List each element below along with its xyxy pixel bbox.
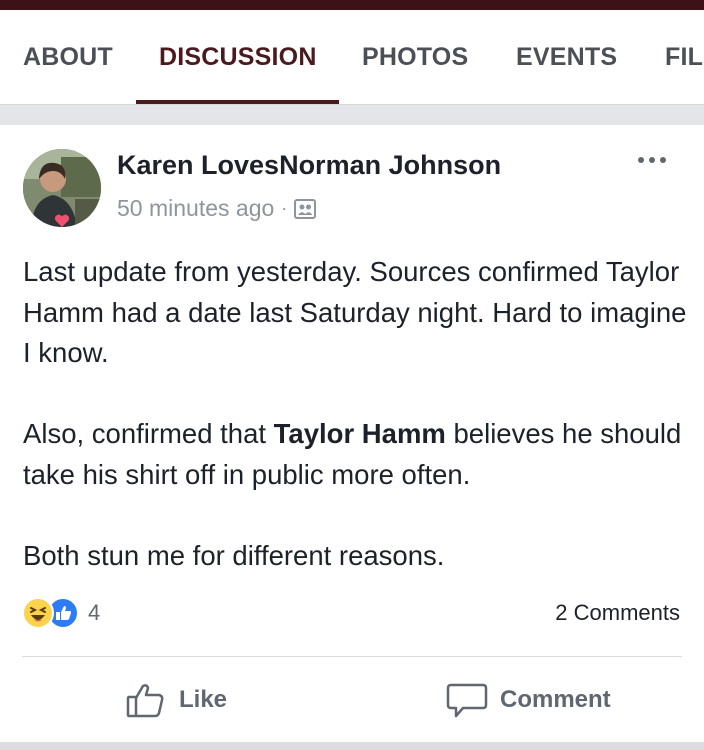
post-meta: 50 minutes ago · <box>117 195 317 222</box>
action-divider <box>22 656 682 657</box>
post-body: Last update from yesterday. Sources conf… <box>23 252 688 576</box>
post-paragraph: Both stun me for different reasons. <box>23 539 445 571</box>
section-gap <box>0 105 704 125</box>
feed-gap <box>0 742 704 750</box>
heart-badge-icon <box>54 214 70 227</box>
tab-files[interactable]: FIL <box>665 43 703 72</box>
tab-photos[interactable]: PHOTOS <box>362 43 468 72</box>
like-button[interactable]: Like <box>125 680 227 720</box>
top-app-bar <box>0 0 704 10</box>
post-timestamp[interactable]: 50 minutes ago <box>117 195 274 222</box>
group-icon <box>294 198 317 219</box>
tab-discussion[interactable]: DISCUSSION <box>159 43 317 72</box>
meta-separator: · <box>281 198 288 218</box>
post-author-name[interactable]: Karen LovesNorman Johnson <box>117 150 501 181</box>
post-card: Karen LovesNorman Johnson 50 minutes ago… <box>0 125 704 742</box>
comment-label: Comment <box>500 686 611 713</box>
haha-reaction-icon <box>22 597 54 629</box>
post-paragraph: Last update from yesterday. Sources conf… <box>23 256 687 368</box>
reaction-summary[interactable]: 4 <box>22 596 100 630</box>
tab-events[interactable]: EVENTS <box>516 43 617 72</box>
tab-about[interactable]: ABOUT <box>23 43 113 72</box>
active-tab-indicator <box>136 100 339 104</box>
comment-bubble-icon <box>446 683 488 718</box>
reaction-count: 4 <box>88 600 101 625</box>
comments-count-link[interactable]: 2 Comments <box>555 600 680 626</box>
more-options-icon[interactable] <box>632 145 672 175</box>
comment-button[interactable]: Comment <box>446 680 611 720</box>
tagged-name[interactable]: Taylor Hamm <box>274 418 446 449</box>
group-tab-bar: ABOUT DISCUSSION PHOTOS EVENTS FIL <box>0 10 704 105</box>
like-label: Like <box>179 686 228 713</box>
post-paragraph: Also, confirmed that Taylor Hamm believe… <box>23 418 682 490</box>
thumbs-up-icon <box>126 684 164 718</box>
